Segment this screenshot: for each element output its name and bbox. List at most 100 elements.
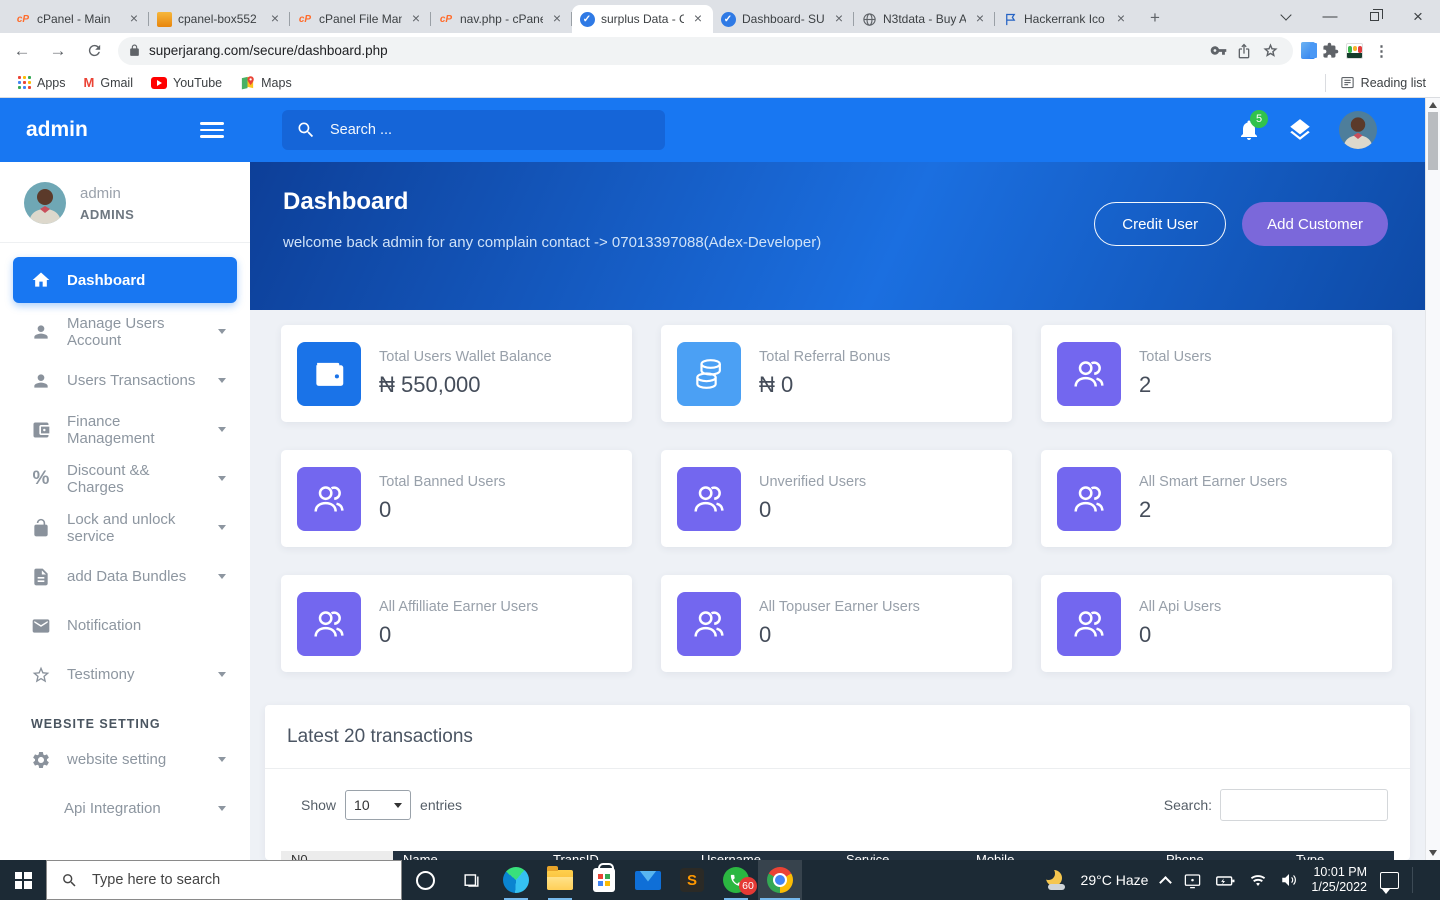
bookmark-star-icon[interactable] [1257, 38, 1283, 64]
taskbar-file-explorer[interactable] [538, 860, 582, 900]
tab-close-icon[interactable]: × [549, 11, 565, 27]
start-button[interactable] [0, 860, 46, 900]
tab-phpmyadmin[interactable]: cpanel-box552 × [149, 5, 290, 33]
tab-navphp[interactable]: cP nav.php - cPane × [431, 5, 572, 33]
taskbar-sublime[interactable]: S [670, 860, 714, 900]
search-input[interactable] [328, 121, 628, 139]
scroll-up-arrow[interactable] [1426, 98, 1440, 111]
user-avatar[interactable] [24, 182, 66, 224]
column-header[interactable]: N0 [281, 851, 393, 860]
reading-list-button[interactable]: Reading list [1325, 74, 1426, 92]
show-desktop-button[interactable] [1426, 860, 1434, 900]
browser-menu-icon[interactable]: ⋮ [1374, 42, 1390, 60]
tab-close-icon[interactable]: × [1113, 11, 1129, 27]
restore-button[interactable] [1352, 0, 1396, 33]
bookmark-apps[interactable]: Apps [18, 76, 66, 90]
taskbar-chrome-active[interactable] [758, 860, 802, 900]
notebook-extension-icon[interactable] [1301, 42, 1315, 59]
page-scrollbar[interactable] [1425, 98, 1440, 860]
column-header[interactable]: Username [691, 851, 836, 860]
taskbar-edge[interactable] [494, 860, 538, 900]
scrollbar-thumb[interactable] [1428, 112, 1438, 170]
tab-n3tdata[interactable]: N3tdata - Buy A × [854, 5, 995, 33]
action-center-icon[interactable] [1380, 872, 1399, 889]
notifications-button[interactable]: 5 [1237, 118, 1261, 142]
bookmark-gmail[interactable]: M Gmail [84, 75, 134, 90]
tab-search-chevron[interactable] [1264, 0, 1308, 33]
tab-surplus-data-active[interactable]: ✓ surplus Data - C × [572, 5, 713, 33]
clock[interactable]: 10:01 PM 1/25/2022 [1311, 865, 1367, 895]
cortana-button[interactable] [402, 860, 448, 900]
cheap-data-extension-icon[interactable] [1346, 43, 1363, 59]
column-header[interactable]: Type [1286, 851, 1394, 860]
reload-button[interactable] [80, 37, 108, 65]
sidebar-item-website-setting[interactable]: website setting [0, 735, 250, 784]
sidebar-item-dashboard[interactable]: Dashboard [13, 257, 237, 303]
sidebar-user-card: admin ADMINS [0, 162, 250, 243]
column-header[interactable]: Name [393, 851, 543, 860]
taskbar-store[interactable] [582, 860, 626, 900]
sidebar-item-notification[interactable]: Notification [0, 601, 250, 650]
tab-close-icon[interactable]: × [690, 11, 706, 27]
battery-icon[interactable] [1215, 870, 1236, 891]
sidebar-item-discount-charges[interactable]: % Discount && Charges [0, 454, 250, 503]
close-button[interactable]: × [1396, 0, 1440, 33]
tab-hackerrank[interactable]: Hackerrank Ico × [995, 5, 1136, 33]
search-icon [296, 120, 316, 140]
tray-expand-icon[interactable] [1160, 876, 1173, 889]
column-header[interactable]: Service [836, 851, 966, 860]
weather-text[interactable]: 29°C Haze [1081, 872, 1149, 888]
forward-button[interactable]: → [44, 37, 72, 65]
sidebar-item-testimony[interactable]: Testimony [0, 650, 250, 699]
hamburger-menu-icon[interactable] [200, 122, 224, 138]
sidebar-item-users-transactions[interactable]: Users Transactions [0, 356, 250, 405]
taskbar-whatsapp[interactable]: 60 [714, 860, 758, 900]
column-header[interactable]: Phone [1156, 851, 1286, 860]
weather-icon[interactable] [1044, 870, 1068, 890]
tab-cpanel-main[interactable]: cP cPanel - Main × [8, 5, 149, 33]
extensions-puzzle-icon[interactable] [1322, 42, 1339, 59]
sidebar-item-add-data-bundles[interactable]: add Data Bundles [0, 552, 250, 601]
bookmark-maps[interactable]: Maps [240, 75, 292, 90]
omnibox[interactable]: superjarang.com/secure/dashboard.php [118, 37, 1293, 65]
column-header[interactable]: Mobile [966, 851, 1156, 860]
minimize-button[interactable]: — [1308, 0, 1352, 33]
add-customer-button[interactable]: Add Customer [1242, 202, 1388, 246]
column-header[interactable]: TransID [543, 851, 691, 860]
sidebar-item-finance-management[interactable]: Finance Management [0, 405, 250, 454]
new-tab-button[interactable]: + [1142, 5, 1168, 31]
wifi-icon[interactable] [1249, 871, 1267, 889]
tab-close-icon[interactable]: × [408, 11, 424, 27]
taskbar-search-box[interactable] [46, 860, 402, 900]
stat-label: Total Referral Bonus [759, 349, 890, 365]
time-text: 10:01 PM [1311, 865, 1367, 880]
sidebar-item-api-integration[interactable]: Api Integration [0, 784, 250, 833]
layers-icon[interactable] [1287, 117, 1313, 143]
table-search-input[interactable] [1220, 789, 1388, 821]
scroll-down-arrow[interactable] [1429, 850, 1437, 856]
tab-dashboard-su[interactable]: ✓ Dashboard- SU × [713, 5, 854, 33]
sidebar-item-lock-unlock[interactable]: Lock and unlock service [0, 503, 250, 552]
bookmark-youtube[interactable]: YouTube [151, 76, 222, 90]
credit-user-button[interactable]: Credit User [1094, 202, 1226, 246]
task-view-button[interactable] [448, 860, 494, 900]
connect-icon[interactable] [1183, 871, 1202, 890]
taskbar-mail[interactable] [626, 860, 670, 900]
nav-avatar[interactable] [1339, 111, 1377, 149]
volume-icon[interactable] [1280, 871, 1298, 889]
tab-close-icon[interactable]: × [126, 11, 142, 27]
taskbar-search-input[interactable] [90, 871, 360, 889]
share-icon[interactable] [1231, 38, 1257, 64]
sidebar-item-manage-users[interactable]: Manage Users Account [0, 307, 250, 356]
password-key-icon[interactable] [1205, 38, 1231, 64]
tab-cpanel-filemanager[interactable]: cP cPanel File Man × [290, 5, 431, 33]
tab-close-icon[interactable]: × [831, 11, 847, 27]
tab-close-icon[interactable]: × [972, 11, 988, 27]
back-button[interactable]: ← [8, 37, 36, 65]
page-size-select[interactable]: 10 [345, 790, 411, 820]
url-text[interactable]: superjarang.com/secure/dashboard.php [149, 43, 1205, 58]
user-role: ADMINS [80, 207, 134, 222]
app-search-box[interactable] [282, 110, 665, 150]
tab-close-icon[interactable]: × [267, 11, 283, 27]
stat-label: All Topuser Earner Users [759, 599, 920, 615]
